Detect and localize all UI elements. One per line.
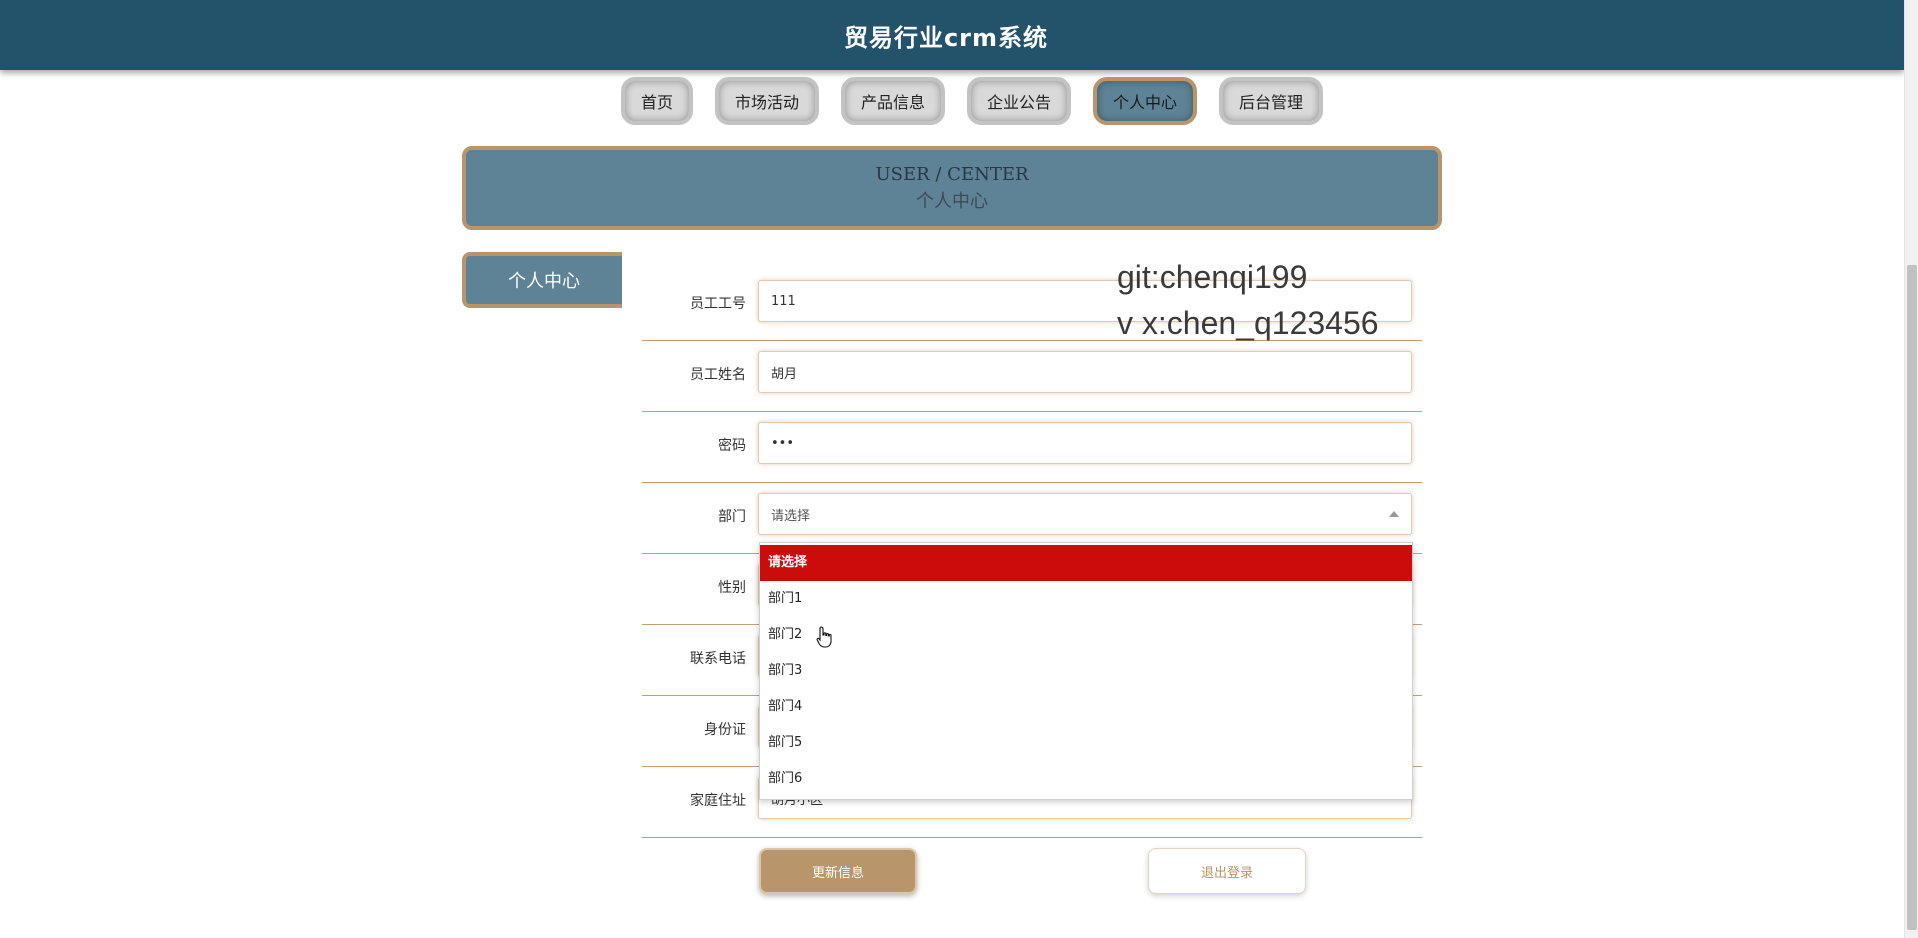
dropdown-option[interactable]: 部门2: [760, 617, 1412, 653]
page-banner: USER / CENTER 个人中心: [462, 146, 1442, 230]
nav-item-product-info[interactable]: 产品信息: [840, 77, 945, 125]
banner-title-cn: 个人中心: [916, 191, 988, 212]
banner-title-en: USER / CENTER: [875, 164, 1029, 185]
watermark-line-1: git:chenqi199: [1117, 259, 1308, 295]
nav-item-market-activity[interactable]: 市场活动: [714, 77, 819, 125]
nav-item-home[interactable]: 首页: [620, 77, 693, 125]
caret-up-icon: [1389, 511, 1399, 517]
dropdown-option[interactable]: 部门4: [760, 689, 1412, 725]
password-label: 密码: [718, 438, 746, 454]
dropdown-option[interactable]: 请选择: [760, 545, 1412, 581]
logout-button[interactable]: 退出登录: [1148, 848, 1306, 894]
dropdown-option[interactable]: 部门1: [760, 581, 1412, 617]
nav-item-admin[interactable]: 后台管理: [1219, 77, 1324, 125]
dropdown-option[interactable]: 部门6: [760, 761, 1412, 797]
id-card-label: 身份证: [704, 722, 746, 738]
gender-label: 性别: [718, 580, 746, 596]
form-row-password: 密码 •••: [642, 412, 1422, 483]
nav-item-announcement[interactable]: 企业公告: [967, 77, 1072, 125]
vertical-scrollbar[interactable]: [1904, 0, 1918, 938]
department-label: 部门: [718, 509, 746, 525]
phone-label: 联系电话: [690, 651, 746, 667]
watermark: git:chenqi199 v x:chen_q123456: [1117, 254, 1379, 346]
nav-item-user-center[interactable]: 个人中心: [1093, 77, 1198, 125]
site-title: 贸易行业crm系统: [843, 23, 1049, 52]
department-select[interactable]: 请选择: [758, 493, 1412, 535]
update-info-button[interactable]: 更新信息: [759, 848, 917, 894]
side-menu-user-center[interactable]: 个人中心: [462, 252, 622, 308]
page: 贸易行业crm系统 首页 市场活动 产品信息 企业公告 个人中心 后台管理 US…: [0, 0, 1918, 938]
employee-name-label: 员工姓名: [690, 367, 746, 383]
main-nav: 首页 市场活动 产品信息 企业公告 个人中心 后台管理: [0, 77, 1904, 125]
form-row-employee-name: 员工姓名 胡月: [642, 341, 1422, 412]
hand-cursor-icon: [816, 626, 834, 652]
top-header: 贸易行业crm系统: [0, 0, 1904, 70]
scrollbar-thumb[interactable]: [1907, 265, 1917, 930]
department-select-value: 请选择: [771, 508, 811, 524]
watermark-line-2: v x:chen_q123456: [1117, 305, 1379, 341]
password-input[interactable]: •••: [758, 422, 1412, 464]
address-label: 家庭住址: [690, 793, 746, 809]
dropdown-option[interactable]: 部门5: [760, 725, 1412, 761]
employee-name-input[interactable]: 胡月: [758, 351, 1412, 393]
dropdown-option[interactable]: 部门3: [760, 653, 1412, 689]
department-dropdown: 请选择 部门1 部门2 部门3 部门4 部门5 部门6: [759, 542, 1413, 800]
employee-id-label: 员工工号: [690, 296, 746, 312]
